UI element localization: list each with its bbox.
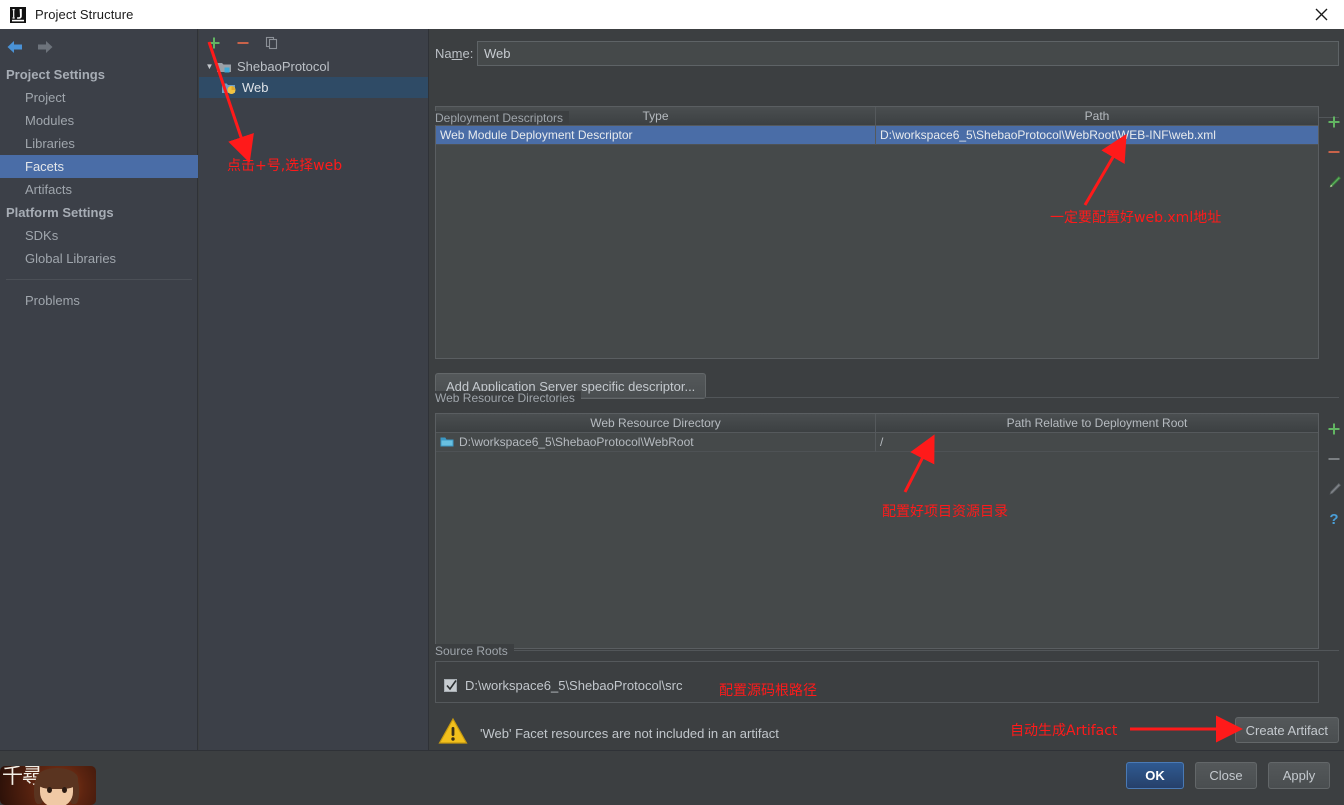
add-web-resource-button[interactable]	[1320, 414, 1344, 444]
sidebar-item-global-libraries[interactable]: Global Libraries	[0, 247, 198, 270]
facet-name-input[interactable]	[477, 41, 1339, 66]
create-artifact-button[interactable]: Create Artifact	[1234, 717, 1339, 743]
sidebar-group-platform-settings: Platform Settings	[6, 205, 114, 220]
sidebar-item-artifacts[interactable]: Artifacts	[0, 178, 198, 201]
close-button[interactable]: Close	[1195, 762, 1257, 789]
question-mark-icon[interactable]: ?	[1320, 504, 1344, 534]
sidebar-divider	[6, 279, 192, 280]
column-header-relative-path[interactable]: Path Relative to Deployment Root	[876, 414, 1318, 433]
source-roots-list: D:\workspace6_5\ShebaoProtocol\src	[435, 661, 1319, 703]
artifact-warning-message: 'Web' Facet resources are not included i…	[480, 725, 779, 741]
window-title: Project Structure	[35, 7, 134, 22]
thumbnail-eye-left	[47, 787, 52, 793]
facets-tree-panel: ▼ ShebaoProtocol Web	[199, 29, 429, 750]
thumbnail-eye-right	[62, 787, 67, 793]
web-resource-directories-toolbar: ?	[1320, 414, 1344, 534]
tree-node-label: Web	[242, 80, 269, 95]
tree-node-label: ShebaoProtocol	[237, 59, 330, 74]
warning-triangle-icon	[438, 717, 468, 750]
sidebar-nav-arrows	[0, 32, 60, 62]
tree-node-shebaoprotocol[interactable]: ▼ ShebaoProtocol	[199, 56, 428, 77]
source-roots-group-label: Source Roots	[435, 644, 514, 658]
cell-descriptor-type: Web Module Deployment Descriptor	[436, 126, 876, 145]
sidebar-item-libraries[interactable]: Libraries	[0, 132, 198, 155]
source-root-item[interactable]: D:\workspace6_5\ShebaoProtocol\src	[436, 673, 1318, 697]
thumbnail-hair-top	[36, 768, 78, 789]
column-header-web-resource-directory[interactable]: Web Resource Directory	[436, 414, 876, 433]
sidebar-item-facets[interactable]: Facets	[0, 155, 198, 178]
deployment-descriptors-group-label: Deployment Descriptors	[435, 111, 570, 125]
cell-descriptor-path: D:\workspace6_5\ShebaoProtocol\WebRoot\W…	[876, 126, 1318, 145]
ok-button[interactable]: OK	[1126, 762, 1184, 789]
tree-node-web[interactable]: Web	[199, 77, 428, 98]
web-facet-icon	[221, 80, 237, 96]
sidebar-item-modules[interactable]: Modules	[0, 109, 198, 132]
web-resource-directories-group-label: Web Resource Directories	[435, 391, 581, 405]
cell-relative-path: /	[876, 433, 1318, 452]
web-resource-directories-table[interactable]: Web Resource Directory Path Relative to …	[435, 413, 1319, 649]
facets-tree-toolbar	[199, 29, 428, 56]
edit-web-resource-button[interactable]	[1320, 474, 1344, 504]
remove-web-resource-button[interactable]	[1320, 444, 1344, 474]
remove-facet-button[interactable]	[234, 34, 252, 52]
cell-web-resource-directory: D:\workspace6_5\ShebaoProtocol\WebRoot	[436, 433, 876, 452]
table-row[interactable]: D:\workspace6_5\ShebaoProtocol\WebRoot /	[436, 433, 1318, 452]
deployment-descriptors-table[interactable]: Type Path Web Module Deployment Descript…	[435, 106, 1319, 359]
chevron-down-icon[interactable]: ▼	[203, 62, 216, 71]
deployment-descriptors-toolbar	[1320, 107, 1344, 197]
taskbar-thumbnail[interactable]: 千尋	[0, 766, 96, 805]
folder-icon	[440, 436, 454, 448]
remove-descriptor-button[interactable]	[1320, 137, 1344, 167]
copy-facet-button[interactable]	[263, 34, 281, 52]
source-root-checkbox[interactable]	[444, 678, 457, 692]
intellij-idea-icon	[10, 6, 26, 23]
apply-button[interactable]: Apply	[1268, 762, 1330, 789]
source-root-path: D:\workspace6_5\ShebaoProtocol\src	[465, 677, 683, 693]
table-row[interactable]: Web Module Deployment Descriptor D:\work…	[436, 126, 1318, 145]
dialog-button-bar: OK Close Apply	[0, 750, 1344, 805]
table-header: Web Resource Directory Path Relative to …	[436, 414, 1318, 433]
group-divider	[508, 650, 1339, 651]
cell-text: D:\workspace6_5\ShebaoProtocol\WebRoot	[459, 435, 694, 449]
settings-sidebar: Project Settings Project Modules Librari…	[0, 29, 198, 750]
project-structure-dialog: Project Structure Project Settings Proje…	[0, 0, 1344, 805]
column-header-path[interactable]: Path	[876, 107, 1318, 126]
add-facet-button[interactable]	[205, 34, 223, 52]
module-folder-icon	[216, 59, 232, 75]
close-icon[interactable]	[1298, 0, 1344, 29]
arrow-left-icon[interactable]	[0, 32, 30, 62]
sidebar-item-sdks[interactable]: SDKs	[0, 224, 198, 247]
sidebar-group-project-settings: Project Settings	[6, 67, 105, 82]
edit-descriptor-button[interactable]	[1320, 167, 1344, 197]
facet-name-label: Name:	[435, 46, 474, 61]
sidebar-item-project[interactable]: Project	[0, 86, 198, 109]
title-bar: Project Structure	[0, 0, 1344, 29]
group-divider	[570, 397, 1339, 398]
facet-name-row: Name:	[435, 40, 1339, 67]
add-descriptor-button[interactable]	[1320, 107, 1344, 137]
artifact-warning-row: 'Web' Facet resources are not included i…	[438, 715, 1318, 751]
facet-settings-panel: Name: Deployment Descriptors Type Path W…	[430, 29, 1344, 750]
arrow-right-icon[interactable]	[30, 32, 60, 62]
svg-text:?: ?	[1329, 511, 1338, 527]
sidebar-item-problems[interactable]: Problems	[0, 289, 198, 312]
